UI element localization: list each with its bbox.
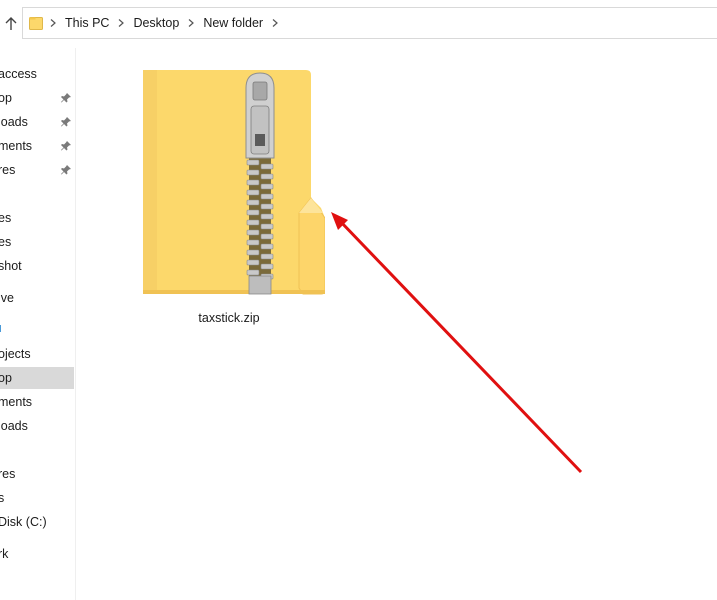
nav-item-label: shot (0, 259, 22, 273)
nav-item-label: es (0, 235, 12, 249)
nav-item-network[interactable]: rk (0, 543, 74, 565)
nav-item-downloads-pinned[interactable]: loads (0, 111, 74, 133)
nav-item-3d-objects[interactable]: ojects (0, 343, 74, 365)
nav-item-label: loads (0, 115, 28, 129)
nav-item-documents[interactable]: ments (0, 391, 74, 413)
nav-item-pictures-pinned[interactable]: res (0, 159, 74, 181)
nav-item-label: es (0, 211, 12, 225)
nav-item-local-disk[interactable]: Disk (C:) (0, 511, 74, 533)
music-icon (0, 445, 2, 455)
file-item[interactable]: taxstick.zip (143, 68, 325, 338)
address-bar[interactable]: This PC Desktop New folder (22, 7, 717, 39)
nav-item-label: ments (0, 395, 33, 409)
breadcrumb-new-folder[interactable]: New folder (199, 16, 267, 30)
nav-item-quick-access[interactable]: access (0, 63, 74, 85)
nav-item-this-pc[interactable] (0, 319, 74, 341)
nav-item-label: ive (0, 291, 14, 305)
nav-item-label: s (0, 491, 4, 505)
pin-icon (61, 141, 71, 151)
arrow-up-icon (5, 17, 17, 30)
nav-item-label: res (0, 163, 16, 177)
nav-item-screenshot[interactable]: shot (0, 255, 74, 277)
chevron-right-icon[interactable] (45, 15, 61, 31)
nav-item-label: ojects (0, 347, 31, 361)
folder-icon (29, 17, 43, 30)
breadcrumb-this-pc[interactable]: This PC (61, 16, 113, 30)
file-list-area[interactable]: taxstick.zip (77, 48, 717, 600)
nav-item-onedrive[interactable]: ive (0, 287, 74, 309)
nav-item-label: op (0, 371, 12, 385)
breadcrumb-desktop[interactable]: Desktop (129, 16, 183, 30)
nav-item-label: access (0, 67, 37, 81)
file-name-label: taxstick.zip (198, 311, 260, 325)
navigation-pane[interactable]: access op loads ments res es es shot ive… (0, 48, 76, 600)
address-bar-row: This PC Desktop New folder (0, 0, 717, 48)
chevron-right-icon[interactable] (113, 15, 129, 31)
nav-item-downloads[interactable]: loads (0, 415, 74, 437)
zip-folder-icon (143, 70, 325, 295)
nav-item-pictures[interactable]: res (0, 463, 74, 485)
pc-icon (0, 325, 1, 332)
nav-item-folder-1[interactable]: es (0, 207, 74, 229)
nav-item-label: rk (0, 547, 9, 561)
nav-item-desktop-pinned[interactable]: op (0, 87, 74, 109)
nav-item-desktop[interactable]: op (0, 367, 74, 389)
chevron-right-icon[interactable] (267, 15, 283, 31)
nav-item-music[interactable] (0, 439, 74, 461)
nav-item-label: ments (0, 139, 33, 153)
pin-icon (61, 165, 71, 175)
pin-icon (61, 93, 71, 103)
nav-item-label: op (0, 91, 12, 105)
nav-item-label: Disk (C:) (0, 515, 47, 529)
up-button[interactable] (0, 12, 22, 36)
nav-item-label: res (0, 467, 16, 481)
chevron-right-icon[interactable] (183, 15, 199, 31)
pin-icon (61, 117, 71, 127)
nav-item-label: loads (0, 419, 28, 433)
nav-item-folder-2[interactable]: es (0, 231, 74, 253)
nav-item-documents-pinned[interactable]: ments (0, 135, 74, 157)
nav-item-videos[interactable]: s (0, 487, 74, 509)
